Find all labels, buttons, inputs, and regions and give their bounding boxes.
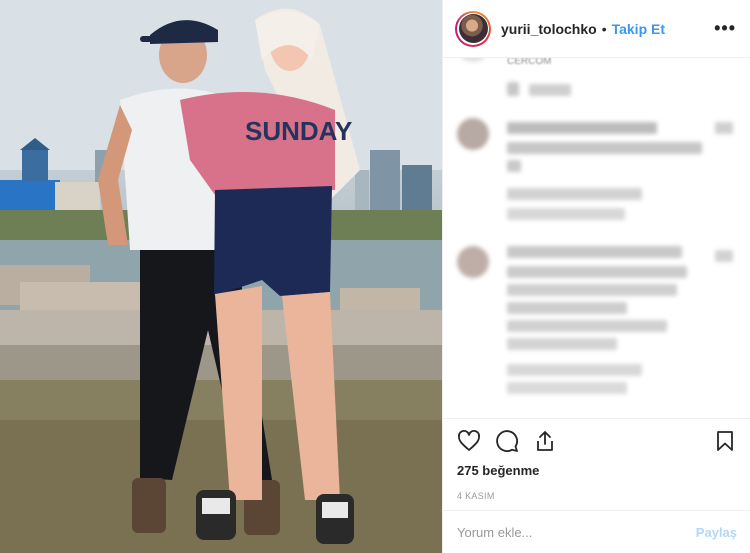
blurred-text [507,122,657,134]
action-icons-row [443,419,750,463]
comments-list[interactable]: CERCOM [443,58,750,418]
post-comment-button[interactable]: Paylaş [696,525,737,540]
likes-count[interactable]: 275 beğenme [443,463,750,478]
blurred-text [507,188,642,200]
follow-button[interactable]: Takip Et [612,21,665,37]
comment-icon[interactable] [495,429,519,453]
bookmark-icon[interactable] [713,429,737,453]
username-link[interactable]: yurii_tolochko [501,21,597,37]
blurred-icon [715,250,733,262]
separator-dot: • [601,20,607,37]
avatar-inner [457,12,489,45]
cut-off-comment-text: CERCOM [507,58,552,67]
share-icon[interactable] [533,429,557,453]
post-side-panel: yurii_tolochko • Takip Et ••• CERCOM 275… [442,0,750,553]
avatar[interactable] [455,10,491,47]
blurred-text [507,284,677,296]
blurred-text [507,382,627,394]
blurred-text [507,338,617,350]
blurred-avatar [457,118,489,150]
post-header: yurii_tolochko • Takip Et ••• [443,0,750,58]
blurred-text [507,302,627,314]
blurred-avatar [457,246,489,278]
photo-illustration: SUNDAY [0,0,442,553]
blurred-avatar [461,58,485,62]
heart-icon[interactable] [457,429,481,453]
blurred-text [507,246,682,258]
avatar-image [458,14,488,43]
blurred-text [529,84,571,96]
blurred-text [507,266,687,278]
post-photo[interactable]: SUNDAY [0,0,442,553]
blurred-text [507,364,642,376]
blurred-text [507,320,667,332]
blurred-text [507,82,519,96]
blurred-icon [715,122,733,134]
more-options-icon[interactable]: ••• [714,18,736,39]
comment-input[interactable] [457,524,696,540]
shirt-print-text: SUNDAY [245,116,352,146]
blurred-text [507,142,702,154]
add-comment-bar: Paylaş [443,510,750,553]
blurred-text [507,208,625,220]
post-actions: 275 beğenme 4 KASIM [443,418,750,501]
post-date: 4 KASIM [457,491,495,501]
blurred-text [507,160,521,172]
